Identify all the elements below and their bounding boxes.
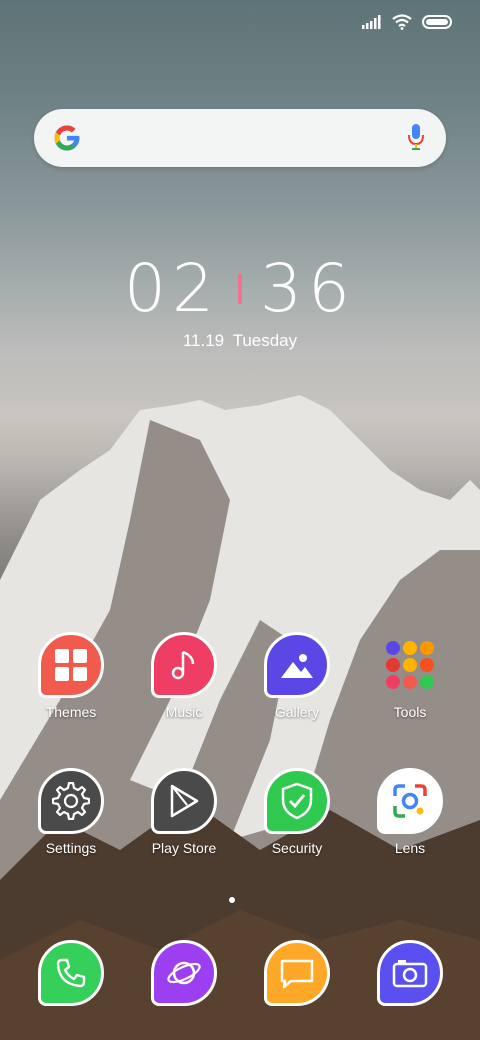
shield-icon [264,768,330,834]
app-gallery[interactable]: Gallery [247,632,347,720]
music-note-icon [151,632,217,698]
microphone-icon[interactable] [408,123,424,151]
play-store-icon [151,768,217,834]
signal-icon [362,15,381,29]
date-text: 11.19 [182,331,225,350]
app-music[interactable]: Music [134,632,234,720]
clock-hours: 02 [124,250,220,327]
dock-phone[interactable] [21,940,121,1006]
google-logo-icon [54,125,80,151]
message-icon [264,940,330,1006]
app-settings[interactable]: Settings [21,768,121,856]
app-play-store[interactable]: Play Store [134,768,234,856]
google-search-bar[interactable] [34,109,446,167]
dock-browser[interactable] [134,940,234,1006]
dock [0,940,480,1010]
themes-icon [38,632,104,698]
app-row-2: Settings Play Store Security Lens [0,768,480,888]
app-themes[interactable]: Themes [21,632,121,720]
page-indicator [229,897,235,903]
phone-icon [38,940,104,1006]
tools-folder-icon [377,632,443,698]
clock-widget[interactable]: 02 36 11.19 Tuesday [0,250,480,351]
app-lens[interactable]: Lens [360,768,460,856]
app-label: Play Store [151,840,217,856]
gear-icon [38,768,104,834]
dock-messages[interactable] [247,940,347,1006]
lens-icon [377,768,443,834]
clock-minutes: 36 [260,250,356,327]
clock-date: 11.19 Tuesday [0,331,480,351]
gallery-icon [264,632,330,698]
app-label: Security [271,840,323,856]
clock-separator [238,273,242,304]
planet-browser-icon [151,940,217,1006]
dock-camera[interactable] [360,940,460,1006]
app-security[interactable]: Security [247,768,347,856]
status-bar [362,8,452,36]
app-label: Tools [393,704,427,720]
app-label: Music [165,704,203,720]
camera-icon [377,940,443,1006]
app-label: Themes [45,704,97,720]
clock-time: 02 36 [0,250,480,327]
app-tools-folder[interactable]: Tools [360,632,460,720]
app-row-1: Themes Music Gallery Tools [0,632,480,752]
app-label: Settings [45,840,97,856]
wifi-icon [392,14,412,30]
app-label: Gallery [274,704,320,720]
app-label: Lens [394,840,426,856]
day-text: Tuesday [232,331,298,350]
battery-icon [422,15,452,29]
